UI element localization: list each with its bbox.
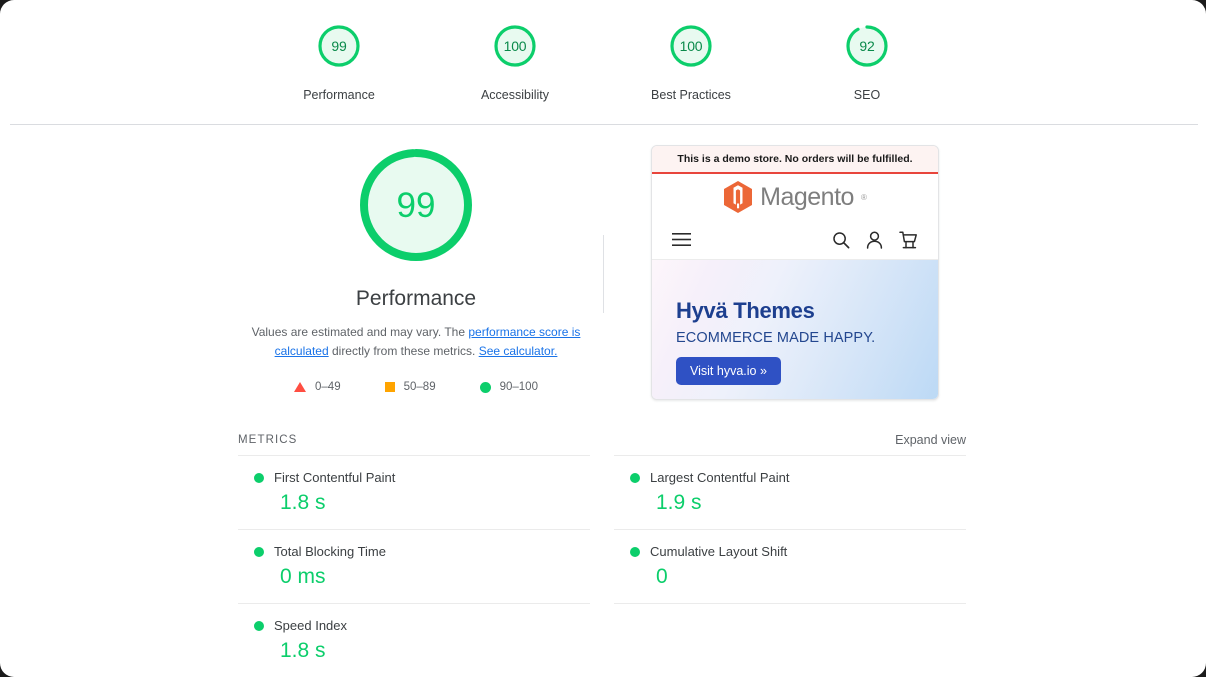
gauge-desc-text-1: Values are estimated and may vary. The — [251, 325, 469, 339]
gauge-desc-text-2: directly from these metrics. — [328, 344, 479, 358]
hero-banner: Hyvä Themes ECOMMERCE MADE HAPPY. Visit … — [652, 260, 938, 399]
metric-label: Largest Contentful Paint — [650, 470, 790, 485]
legend-range-label: 50–89 — [403, 381, 436, 393]
mini-gauge-value: 100 — [503, 38, 527, 54]
circle-icon — [479, 381, 491, 393]
score-chip-best-practices[interactable]: 100 Best Practices — [635, 24, 747, 102]
score-chip-accessibility[interactable]: 100 Accessibility — [459, 24, 571, 102]
metric-largest-contentful-paint[interactable]: Largest Contentful Paint 1.9 s — [614, 455, 966, 529]
category-score-bar: 99 Performance 100 Accessibility 100 Bes… — [0, 0, 1206, 125]
score-chip-label: SEO — [853, 88, 881, 102]
status-circle-icon — [254, 620, 264, 631]
metric-value: 1.8 s — [280, 639, 326, 662]
metrics-grid: First Contentful Paint 1.8 s Largest Con… — [238, 455, 966, 677]
score-chip-label: Best Practices — [651, 88, 731, 102]
hero-title: Hyvä Themes — [676, 298, 815, 323]
hamburger-icon[interactable] — [672, 232, 691, 247]
legend-item-fail: 0–49 — [294, 381, 341, 393]
metric-label: Speed Index — [274, 618, 348, 633]
legend-range-label: 90–100 — [499, 381, 538, 393]
status-circle-icon — [254, 546, 264, 557]
cart-icon[interactable] — [899, 230, 918, 249]
performance-gauge[interactable]: 99 — [356, 145, 476, 265]
performance-gauge-title: Performance — [355, 287, 477, 310]
expand-view-toggle[interactable]: Expand view — [895, 433, 966, 447]
metric-total-blocking-time[interactable]: Total Blocking Time 0 ms — [238, 529, 590, 603]
vertical-divider — [603, 235, 604, 313]
page-screenshot-thumbnail[interactable]: This is a demo store. No orders will be … — [651, 145, 939, 400]
search-icon[interactable] — [832, 231, 850, 249]
gauge-description: Values are estimated and may vary. The p… — [251, 323, 581, 361]
store-nav-bar — [652, 220, 938, 260]
performance-gauge-section: 99 Performance Values are estimated and … — [238, 145, 594, 393]
metric-value: 0 ms — [280, 565, 326, 588]
mini-gauge-value: 100 — [679, 38, 703, 54]
metric-label: First Contentful Paint — [274, 470, 396, 485]
mini-gauge-value: 92 — [859, 38, 875, 54]
score-chip-label: Performance — [303, 88, 375, 102]
score-chip-performance[interactable]: 99 Performance — [283, 24, 395, 102]
magento-logo: Magento ® — [652, 174, 938, 220]
score-legend: 0–49 50–89 90–100 — [294, 381, 538, 393]
legend-item-average: 50–89 — [384, 381, 436, 393]
metrics-section-label: METRICS — [238, 434, 298, 446]
score-chip-seo[interactable]: 92 SEO — [811, 24, 923, 102]
legend-item-pass: 90–100 — [479, 381, 538, 393]
lighthouse-report-page: 99 Performance 100 Accessibility 100 Bes… — [0, 0, 1206, 677]
mini-gauge-accessibility: 100 — [493, 24, 537, 68]
metric-label: Cumulative Layout Shift — [650, 544, 788, 559]
metric-value: 0 — [656, 565, 668, 588]
mini-gauge-value: 99 — [331, 38, 347, 54]
metric-label: Total Blocking Time — [274, 544, 386, 559]
mini-gauge-performance: 99 — [317, 24, 361, 68]
status-circle-icon — [630, 546, 640, 557]
metric-cumulative-layout-shift[interactable]: Cumulative Layout Shift 0 — [614, 529, 966, 603]
metric-speed-index[interactable]: Speed Index 1.8 s — [238, 603, 590, 677]
legend-range-label: 0–49 — [315, 381, 341, 393]
metric-value: 1.8 s — [280, 491, 326, 514]
triangle-icon — [294, 382, 307, 392]
magento-hexagon-icon — [724, 181, 753, 213]
status-circle-icon — [630, 472, 640, 483]
metric-empty-cell — [614, 603, 966, 677]
square-icon — [384, 382, 395, 392]
score-chip-label: Accessibility — [480, 88, 550, 102]
performance-gauge-value: 99 — [396, 185, 436, 225]
hero-subtitle: ECOMMERCE MADE HAPPY. — [676, 330, 876, 346]
demo-store-banner: This is a demo store. No orders will be … — [652, 146, 938, 174]
hero-cta-button[interactable]: Visit hyva.io » — [676, 357, 781, 385]
see-calculator-link[interactable]: See calculator. — [479, 344, 558, 358]
metric-value: 1.9 s — [656, 491, 702, 514]
magento-wordmark: Magento — [760, 182, 854, 211]
main-content: 99 Performance Values are estimated and … — [0, 125, 1206, 677]
account-icon[interactable] — [866, 231, 883, 249]
registered-mark: ® — [860, 192, 867, 202]
status-circle-icon — [254, 472, 264, 483]
metrics-header: METRICS Expand view — [238, 433, 966, 447]
metric-first-contentful-paint[interactable]: First Contentful Paint 1.8 s — [238, 455, 590, 529]
mini-gauge-seo: 92 — [845, 24, 889, 68]
mini-gauge-best-practices: 100 — [669, 24, 713, 68]
